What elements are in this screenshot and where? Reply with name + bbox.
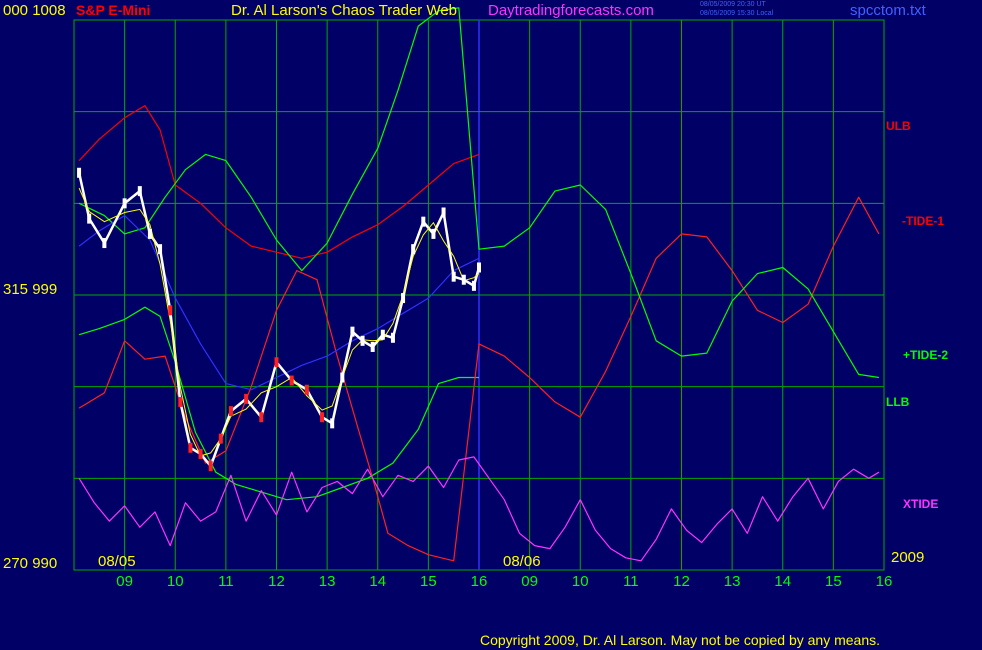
chart-title: Dr. Al Larson's Chaos Trader Web <box>231 2 458 19</box>
price-point <box>274 357 279 368</box>
price-point <box>461 274 466 285</box>
copyright-notice: Copyright 2009, Dr. Al Larson. May not b… <box>480 632 881 648</box>
left-scale-top-label: 000 1008 <box>3 2 66 19</box>
hour-tick-label: 09 <box>116 573 133 590</box>
tide2-label: +TIDE-2 <box>903 348 949 362</box>
price-point <box>122 198 127 209</box>
left-scale-bottom-label: 270 990 <box>3 555 58 572</box>
price-point <box>370 341 375 352</box>
price-point <box>137 186 142 197</box>
hour-tick-label: 10 <box>572 573 589 590</box>
price-point <box>218 433 223 444</box>
price-point <box>168 305 173 316</box>
hour-tick-label: 16 <box>876 573 893 590</box>
left-scale-middle-label: 315 999 <box>3 281 58 298</box>
year-label: 2009 <box>891 549 925 566</box>
price-point <box>188 442 193 453</box>
llb-label: LLB <box>886 395 910 409</box>
hour-tick-label: 16 <box>471 573 488 590</box>
hour-tick-label: 10 <box>167 573 184 590</box>
hour-tick-label: 14 <box>774 573 791 590</box>
instrument-label: S&P E-Mini <box>76 2 151 18</box>
price-point <box>401 293 406 304</box>
price-point <box>350 326 355 337</box>
chart-background <box>0 0 982 650</box>
site-link[interactable]: Daytradingforecasts.com <box>488 2 654 19</box>
price-point <box>431 228 436 239</box>
price-point <box>198 448 203 459</box>
hour-tick-label: 09 <box>521 573 538 590</box>
price-point <box>304 384 309 395</box>
chart-window: 09 10 11 12 13 14 15 16 09 10 11 12 13 14 15 16 08/05 08/… <box>0 0 982 650</box>
price-point <box>477 262 481 273</box>
hour-tick-label: 12 <box>268 573 285 590</box>
day-label: 08/05 <box>98 553 136 570</box>
price-point <box>244 393 249 404</box>
price-point <box>208 461 213 472</box>
tide1-label: -TIDE-1 <box>902 214 944 228</box>
ulb-label: ULB <box>886 119 911 133</box>
price-point <box>471 280 476 291</box>
price-point <box>411 244 416 255</box>
hour-tick-label: 11 <box>623 573 639 590</box>
price-point <box>360 335 365 346</box>
price-point <box>441 207 446 218</box>
hour-tick-label: 12 <box>673 573 690 590</box>
price-point <box>451 271 456 282</box>
price-point <box>330 418 335 429</box>
hour-tick-label: 14 <box>369 573 386 590</box>
price-point <box>102 238 107 249</box>
price-point <box>158 244 163 255</box>
price-point <box>178 396 183 407</box>
price-point <box>380 329 385 340</box>
price-point <box>390 332 395 343</box>
hour-tick-label: 13 <box>724 573 741 590</box>
price-point <box>320 412 325 423</box>
timestamp-local: 08/05/2009 15:30 Local <box>700 10 774 17</box>
hour-tick-label: 15 <box>825 573 842 590</box>
price-point <box>340 372 345 383</box>
day-label: 08/06 <box>503 553 541 570</box>
chaos-trader-chart: 09 10 11 12 13 14 15 16 09 10 11 12 13 14 15 16 08/05 08/… <box>0 0 982 650</box>
price-point <box>228 406 233 417</box>
price-point <box>87 213 92 224</box>
file-name: spcctom.txt <box>850 2 926 19</box>
price-point <box>421 216 426 227</box>
xtide-label: XTIDE <box>903 497 939 511</box>
hour-tick-label: 15 <box>420 573 437 590</box>
price-point <box>289 375 294 386</box>
price-point <box>77 167 82 178</box>
hour-tick-label: 11 <box>218 573 234 590</box>
price-point <box>147 228 152 239</box>
price-point <box>259 412 264 423</box>
timestamp-ut: 08/05/2009 20:30 UT <box>700 1 766 8</box>
hour-tick-label: 13 <box>319 573 336 590</box>
